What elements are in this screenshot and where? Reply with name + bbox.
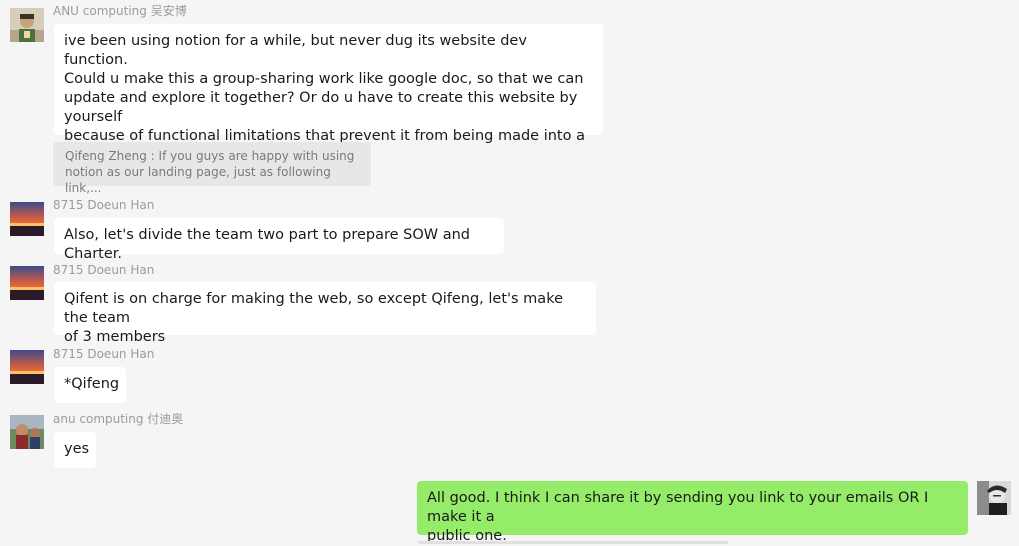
- message-bubble-self[interactable]: All good. I think I can share it by send…: [417, 481, 968, 544]
- sender-name: ANU computing 吴安博: [53, 4, 187, 18]
- message-bubble[interactable]: Qifent is on charge for making the web, …: [54, 282, 596, 345]
- message-bubble[interactable]: Also, let's divide the team two part to …: [54, 218, 504, 262]
- sender-name: 8715 Doeun Han: [53, 263, 155, 277]
- avatar-sunset-icon[interactable]: [10, 350, 44, 384]
- sender-name: 8715 Doeun Han: [53, 347, 155, 361]
- message-bubble[interactable]: *Qifeng: [54, 367, 126, 403]
- avatar-sunset-icon[interactable]: [10, 266, 44, 300]
- message-bubble[interactable]: ive been using notion for a while, but n…: [54, 24, 603, 182]
- avatar-person-icon[interactable]: [10, 8, 44, 42]
- sender-name: anu computing 付迪奥: [53, 412, 184, 426]
- sender-name: 8715 Doeun Han: [53, 198, 155, 212]
- chat-message-list[interactable]: ANU computing 吴安博 ive been using notion …: [0, 0, 1019, 544]
- avatar-portrait-icon[interactable]: [977, 481, 1011, 515]
- quoted-reply[interactable]: Qifeng Zheng : If you guys are happy wit…: [53, 142, 371, 195]
- message-bubble[interactable]: yes: [54, 432, 96, 468]
- avatar-sunset-icon[interactable]: [10, 202, 44, 236]
- avatar-photo-icon[interactable]: [10, 415, 44, 449]
